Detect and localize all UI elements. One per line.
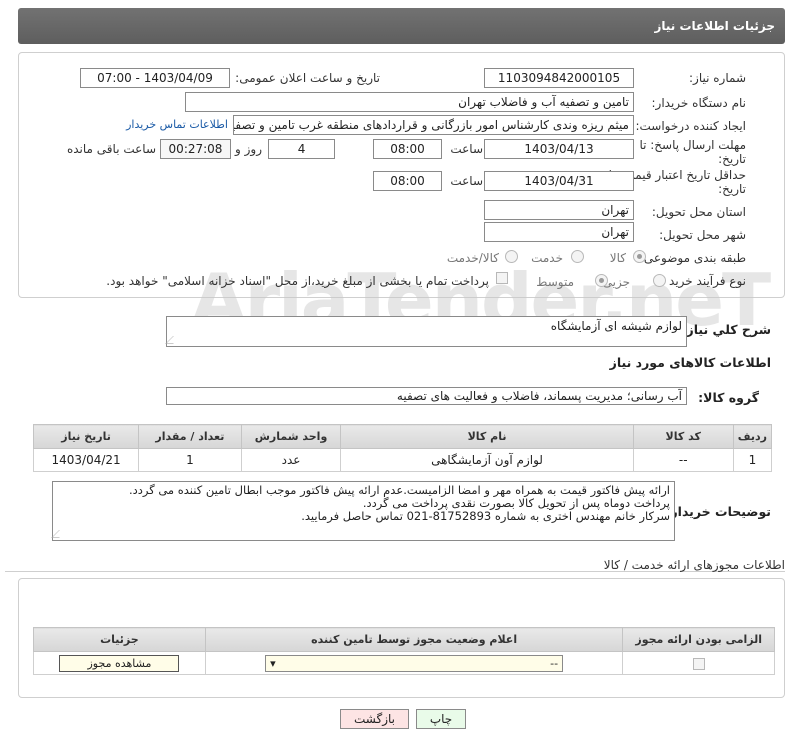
permits-table: الزامی بودن ارائه مجوز اعلام وضعیت مجوز …: [33, 627, 775, 675]
city-field: تهران: [484, 222, 634, 242]
col-permit-status: اعلام وضعیت مجوز توسط تامین کننده: [204, 627, 624, 652]
chevron-down-icon: ▾: [270, 656, 276, 670]
permit-status-value: --: [550, 656, 559, 670]
announce-label: تاریخ و ساعت اعلان عمومی:: [235, 71, 380, 85]
cell-name: لوازم آون آزمایشگاهی: [340, 448, 634, 472]
process-label: نوع فرآیند خرید :: [661, 274, 746, 288]
deadline-date-field: 1403/04/13: [484, 139, 634, 159]
category-service-radio[interactable]: [571, 250, 584, 263]
days-label: روز و: [235, 142, 262, 156]
deadline-time-field: 08:00: [373, 139, 442, 159]
view-permit-button[interactable]: مشاهده مجوز: [59, 654, 180, 672]
province-label: استان محل تحویل:: [651, 205, 746, 219]
page-title: جزئیات اطلاعات نیاز: [654, 19, 775, 33]
validity-date-field: 1403/04/31: [484, 171, 634, 191]
creator-label: ایجاد کننده درخواست:: [635, 119, 746, 133]
creator-field: میثم ریزه وندی کارشناس امور بازرگانی و ق…: [233, 115, 634, 135]
treasury-payment-note: پرداخت تمام یا بخشی از مبلغ خرید،از محل …: [106, 274, 489, 288]
permit-required-checkbox[interactable]: [692, 657, 705, 670]
province-field: تهران: [484, 200, 634, 220]
buyer-label: نام دستگاه خریدار:: [651, 96, 747, 110]
cell-qty: 1: [138, 448, 242, 472]
cell-date: 1403/04/21: [32, 448, 140, 472]
table-row: -- ▾ مشاهده مجوز: [33, 651, 775, 675]
category-goods-radio[interactable]: [633, 250, 646, 263]
category-label: طبقه بندی موضوعی:: [639, 251, 746, 265]
category-goods-service-label: کالا/خدمت: [446, 251, 499, 265]
col-code: کد کالا: [632, 424, 734, 449]
summary-text: لوازم شیشه ای آزمایشگاه: [550, 319, 682, 333]
print-button[interactable]: چاپ: [416, 709, 466, 729]
deadline-date-label: تاریخ:: [718, 152, 746, 166]
col-permit-details: جزئیات: [33, 627, 206, 652]
back-button[interactable]: بازگشت: [340, 709, 409, 729]
remaining-time-field: 00:27:08: [160, 139, 231, 159]
permits-header: اطلاعات مجوزهای ارائه خدمت / کالا: [5, 558, 785, 572]
category-goods-service-radio[interactable]: [505, 250, 518, 263]
process-minor-radio[interactable]: [653, 274, 666, 287]
validity-time-field: 08:00: [373, 171, 442, 191]
permit-details-cell: مشاهده مجوز: [33, 651, 206, 675]
deadline-time-label: ساعت: [450, 142, 483, 156]
col-permit-required: الزامی بودن ارائه مجوز: [622, 627, 775, 652]
remaining-label: ساعت باقی مانده: [66, 142, 156, 156]
permit-required-cell: [622, 651, 775, 675]
buyer-notes-label: توضیحات خریدار:: [665, 504, 771, 519]
summary-label: شرح کلي نياز:: [681, 322, 771, 337]
category-service-label: خدمت: [531, 251, 563, 265]
validity-date-label: تاریخ:: [718, 182, 746, 196]
cell-unit: عدد: [240, 448, 342, 472]
process-medium-label: متوسط: [536, 275, 574, 289]
col-unit: واحد شمارش: [240, 424, 342, 449]
resize-grip-icon[interactable]: [51, 530, 67, 538]
page-header: جزئیات اطلاعات نیاز: [18, 8, 785, 44]
process-medium-radio[interactable]: [595, 274, 608, 287]
city-label: شهر محل تحویل:: [659, 228, 746, 242]
treasury-payment-checkbox[interactable]: [496, 272, 508, 284]
permits-title: اطلاعات مجوزهای ارائه خدمت / کالا: [603, 558, 785, 572]
buyer-contact-link[interactable]: اطلاعات تماس خریدار: [126, 118, 228, 131]
table-row: 1 -- لوازم آون آزمایشگاهی عدد 1 1403/04/…: [32, 448, 773, 472]
deadline-label: مهلت ارسال پاسخ: تا: [639, 138, 746, 152]
need-number-label: شماره نیاز:: [689, 71, 746, 85]
col-name: نام کالا: [340, 424, 634, 449]
permit-status-cell: -- ▾: [204, 651, 624, 675]
goods-group-label: گروه کالا:: [698, 390, 759, 405]
validity-time-label: ساعت: [450, 174, 483, 188]
need-number-field: 1103094842000105: [484, 68, 634, 88]
goods-group-field: آب رسانی؛ مدیریت پسماند، فاضلاب و فعالیت…: [166, 387, 687, 405]
buyer-notes-line-3: سرکار خانم مهندس اختری به شماره 81752893…: [301, 509, 670, 523]
days-field: 4: [268, 139, 335, 159]
goods-section-title: اطلاعات کالاهای مورد نیاز: [609, 355, 771, 370]
col-qty: تعداد / مقدار: [138, 424, 242, 449]
resize-grip-icon[interactable]: [165, 336, 181, 344]
cell-row: 1: [732, 448, 773, 472]
col-row: ردیف: [732, 424, 773, 449]
cell-code: --: [632, 448, 734, 472]
buyer-notes-field: ارائه پیش فاکتور قیمت به همراه مهر و امض…: [51, 481, 675, 541]
summary-field: لوازم شیشه ای آزمایشگاه: [165, 316, 687, 347]
col-date: تاریخ نیاز: [32, 424, 140, 449]
category-goods-label: کالا: [609, 251, 626, 265]
permits-table-header: الزامی بودن ارائه مجوز اعلام وضعیت مجوز …: [33, 627, 775, 652]
buyer-field: تامین و تصفیه آب و فاضلاب تهران: [185, 92, 634, 112]
goods-table-header: ردیف کد کالا نام کالا واحد شمارش تعداد /…: [32, 424, 773, 449]
goods-table: ردیف کد کالا نام کالا واحد شمارش تعداد /…: [32, 424, 773, 472]
permit-status-select[interactable]: -- ▾: [265, 654, 564, 672]
announce-field: 1403/04/09 - 07:00: [80, 68, 230, 88]
